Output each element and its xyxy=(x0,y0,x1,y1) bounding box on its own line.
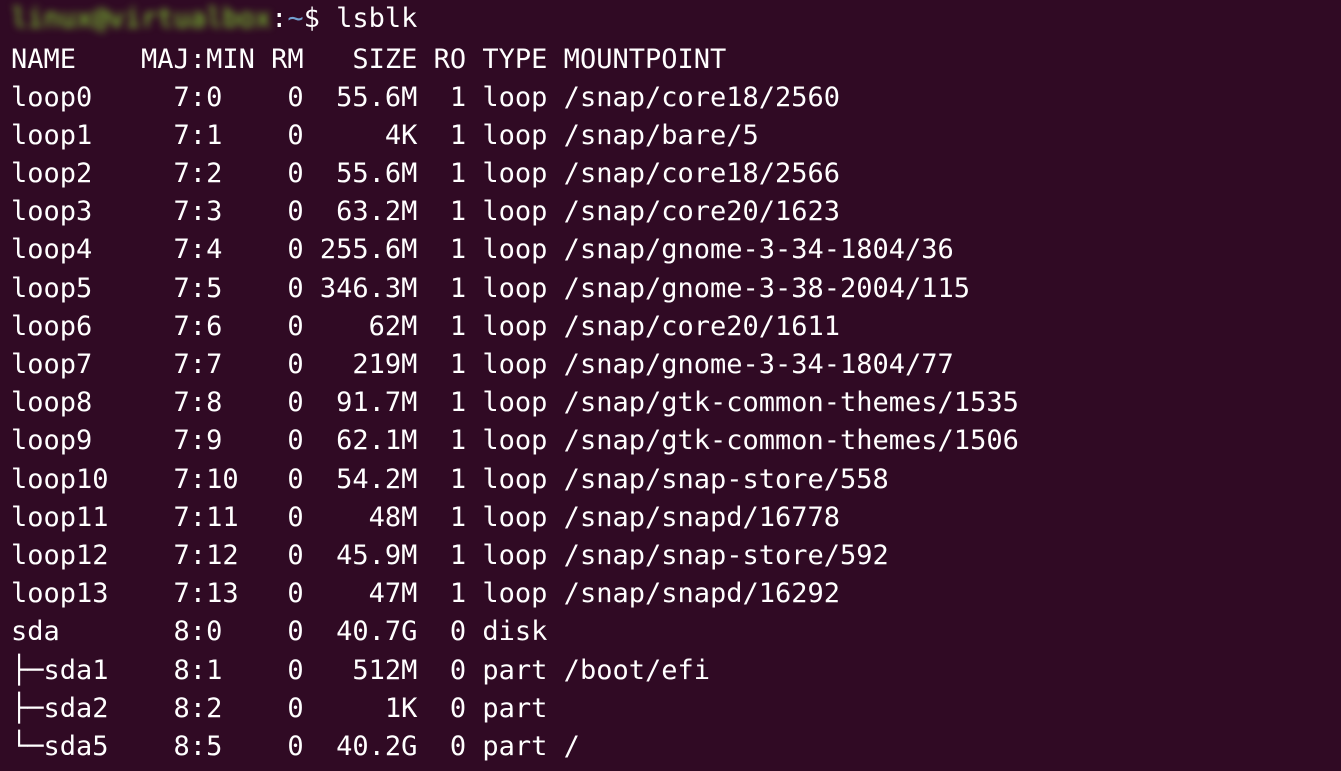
output-row: loop12 7:12 0 45.9M 1 loop /snap/snap-st… xyxy=(11,540,889,571)
prompt-user-host: linux@virtualbox xyxy=(11,3,272,34)
terminal-window[interactable]: linux@virtualbox:~$ lsblk NAME MAJ:MIN R… xyxy=(0,0,1341,771)
output-row: loop7 7:7 0 219M 1 loop /snap/gnome-3-34… xyxy=(11,349,954,380)
output-row: loop6 7:6 0 62M 1 loop /snap/core20/1611 xyxy=(11,311,841,342)
output-row: loop1 7:1 0 4K 1 loop /snap/bare/5 xyxy=(11,120,759,151)
output-row: sda 8:0 0 40.7G 0 disk xyxy=(11,616,548,647)
output-row: loop4 7:4 0 255.6M 1 loop /snap/gnome-3-… xyxy=(11,234,954,265)
output-row: ├─sda2 8:2 0 1K 0 part xyxy=(11,693,548,724)
output-row: loop9 7:9 0 62.1M 1 loop /snap/gtk-commo… xyxy=(11,425,1019,456)
output-row: loop3 7:3 0 63.2M 1 loop /snap/core20/16… xyxy=(11,196,841,227)
prompt-path: ~ xyxy=(287,3,304,34)
command-text: lsblk xyxy=(336,3,418,34)
prompt-separator: : xyxy=(271,3,288,34)
output-row: loop2 7:2 0 55.6M 1 loop /snap/core18/25… xyxy=(11,158,841,189)
output-row: loop5 7:5 0 346.3M 1 loop /snap/gnome-3-… xyxy=(11,273,971,304)
command-prompt-line: linux@virtualbox:~$ lsblk xyxy=(11,0,417,38)
output-row: └─sda5 8:5 0 40.2G 0 part / xyxy=(11,731,580,762)
output-row: loop0 7:0 0 55.6M 1 loop /snap/core18/25… xyxy=(11,82,841,113)
output-row: loop8 7:8 0 91.7M 1 loop /snap/gtk-commo… xyxy=(11,387,1019,418)
prompt-symbol: $ xyxy=(303,3,337,34)
output-row: loop13 7:13 0 47M 1 loop /snap/snapd/162… xyxy=(11,578,841,609)
output-row: ├─sda1 8:1 0 512M 0 part /boot/efi xyxy=(11,655,710,686)
output-header-row: NAME MAJ:MIN RM SIZE RO TYPE MOUNTPOINT xyxy=(11,44,727,75)
output-row: loop10 7:10 0 54.2M 1 loop /snap/snap-st… xyxy=(11,464,889,495)
output-row: loop11 7:11 0 48M 1 loop /snap/snapd/167… xyxy=(11,502,841,533)
